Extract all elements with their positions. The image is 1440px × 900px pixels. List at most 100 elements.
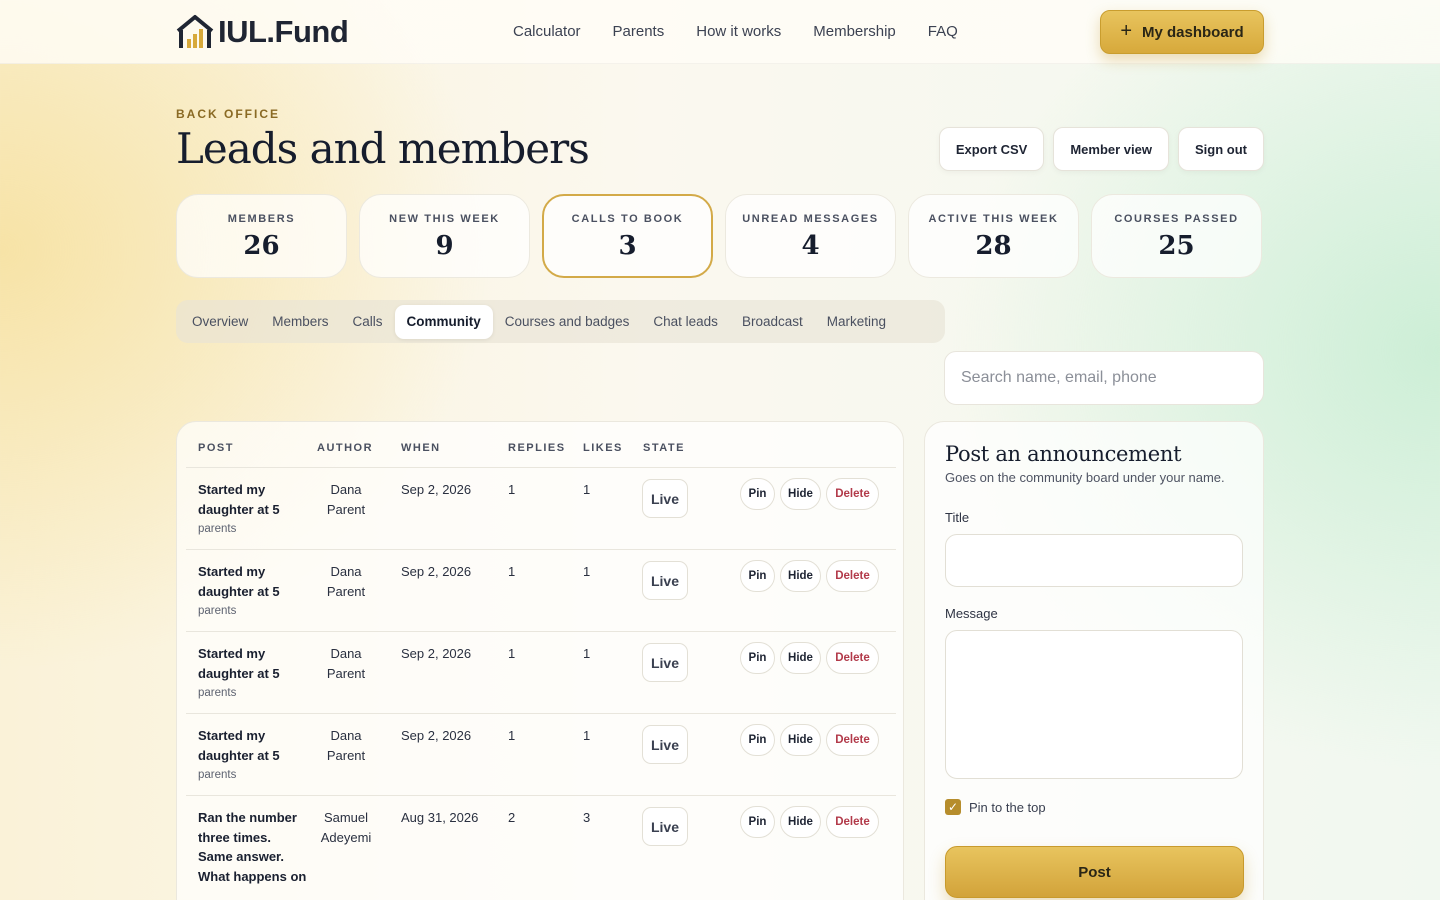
stats-row: MEMBERS 26 NEW THIS WEEK 9 CALLS TO BOOK… [176,194,1262,278]
replies-cell: 1 [508,728,516,743]
pin-to-top-option[interactable]: ✓ Pin to the top [945,799,1046,815]
column-header-author: AUTHOR [317,442,374,454]
nav-how-it-works[interactable]: How it works [696,23,781,40]
hide-button[interactable]: Hide [780,806,821,838]
main-nav: Calculator Parents How it works Membersh… [513,23,958,40]
delete-button[interactable]: Delete [826,724,879,756]
tab-overview[interactable]: Overview [180,305,260,339]
stat-card-new-this-week[interactable]: NEW THIS WEEK 9 [359,194,530,278]
pin-checkbox[interactable]: ✓ [945,799,961,815]
post-cell: Started my daughter at 5 parents [198,562,308,622]
post-category: parents [198,769,237,781]
replies-cell: 1 [508,646,516,661]
tab-chat-leads[interactable]: Chat leads [641,305,730,339]
table-header: POST AUTHOR WHEN REPLIES LIKES STATE [186,422,896,468]
likes-cell: 1 [583,564,591,579]
stat-label: ACTIVE THIS WEEK [928,213,1059,225]
post-title[interactable]: Started my daughter at 5 [198,644,308,683]
announcement-panel: Post an announcement Goes on the communi… [924,421,1264,900]
table-row[interactable]: Started my daughter at 5 parents Dana Pa… [186,550,896,632]
nav-calculator[interactable]: Calculator [513,23,581,40]
column-header-state: STATE [643,442,685,454]
search-input[interactable] [944,351,1264,405]
title-input[interactable] [945,534,1243,587]
stat-label: MEMBERS [227,213,296,225]
column-header-replies: REPLIES [508,442,566,454]
my-dashboard-button[interactable]: + My dashboard [1100,10,1264,54]
pin-button[interactable]: Pin [740,560,775,592]
column-header-post: POST [198,442,234,454]
nav-parents[interactable]: Parents [613,23,665,40]
author-cell: Dana Parent [326,646,366,681]
logo[interactable]: IUL.Fund [176,14,349,50]
when-cell: Sep 2, 2026 [401,728,472,743]
post-button[interactable]: Post [945,846,1244,898]
pin-button[interactable]: Pin [740,478,775,510]
tab-community[interactable]: Community [394,304,493,339]
likes-cell: 1 [583,646,591,661]
panel-title: Post an announcement [945,442,1182,466]
nav-membership[interactable]: Membership [813,23,896,40]
tab-broadcast[interactable]: Broadcast [730,305,815,339]
page-eyebrow: BACK OFFICE [176,107,280,121]
hide-button[interactable]: Hide [780,478,821,510]
sign-out-button[interactable]: Sign out [1178,127,1264,171]
post-title[interactable]: Ran the number three times. Same answer.… [198,808,308,886]
member-view-button[interactable]: Member view [1053,127,1169,171]
stat-value: 28 [975,231,1012,261]
hide-button[interactable]: Hide [780,560,821,592]
my-dashboard-label: My dashboard [1142,23,1244,41]
post-title[interactable]: Started my daughter at 5 [198,480,308,519]
pin-label: Pin to the top [969,799,1046,815]
hide-button[interactable]: Hide [780,642,821,674]
stat-card-unread-messages[interactable]: UNREAD MESSAGES 4 [725,194,896,278]
tab-calls[interactable]: Calls [341,305,395,339]
stat-value: 4 [801,231,820,261]
post-title[interactable]: Started my daughter at 5 [198,726,308,765]
state-badge: Live [642,725,688,764]
table-row[interactable]: Started my daughter at 5 parents Dana Pa… [186,468,896,550]
author-cell: Samuel Adeyemi [320,810,372,845]
panel-subtitle: Goes on the community board under your n… [945,470,1225,485]
hide-button[interactable]: Hide [780,724,821,756]
top-navigation-bar: IUL.Fund Calculator Parents How it works… [0,0,1440,64]
delete-button[interactable]: Delete [826,560,879,592]
when-cell: Sep 2, 2026 [401,646,472,661]
title-label: Title [945,510,970,525]
stat-card-calls-to-book[interactable]: CALLS TO BOOK 3 [542,194,713,278]
table-row[interactable]: Ran the number three times. Same answer.… [186,796,896,900]
stat-label: NEW THIS WEEK [389,213,500,225]
delete-button[interactable]: Delete [826,478,879,510]
state-badge: Live [642,807,688,846]
delete-button[interactable]: Delete [826,806,879,838]
post-cell: Started my daughter at 5 parents [198,726,308,786]
message-textarea[interactable] [945,630,1243,779]
state-badge: Live [642,643,688,682]
table-row[interactable]: Started my daughter at 5 parents Dana Pa… [186,632,896,714]
state-badge: Live [642,561,688,600]
pin-button[interactable]: Pin [740,724,775,756]
stat-card-courses-passed[interactable]: COURSES PASSED 25 [1091,194,1262,278]
post-title[interactable]: Started my daughter at 5 [198,562,308,601]
community-posts-table: POST AUTHOR WHEN REPLIES LIKES STATE Sta… [176,421,904,900]
nav-faq[interactable]: FAQ [928,23,958,40]
post-category: parents [198,523,237,535]
stat-value: 25 [1158,231,1195,261]
table-row[interactable]: Started my daughter at 5 parents Dana Pa… [186,714,896,796]
column-header-when: WHEN [401,442,441,454]
tab-marketing[interactable]: Marketing [815,305,898,339]
export-csv-button[interactable]: Export CSV [938,127,1045,171]
when-cell: Sep 2, 2026 [401,564,472,579]
delete-button[interactable]: Delete [826,642,879,674]
post-cell: Started my daughter at 5 parents [198,480,308,540]
pin-button[interactable]: Pin [740,806,775,838]
stat-label: COURSES PASSED [1114,213,1239,225]
author-cell: Dana Parent [326,482,366,517]
tab-courses-and-badges[interactable]: Courses and badges [493,305,642,339]
check-icon: ✓ [947,800,959,814]
stat-card-active-this-week[interactable]: ACTIVE THIS WEEK 28 [908,194,1079,278]
stat-card-members[interactable]: MEMBERS 26 [176,194,347,278]
pin-button[interactable]: Pin [740,642,775,674]
author-cell: Dana Parent [326,728,366,763]
tab-members[interactable]: Members [260,305,340,339]
